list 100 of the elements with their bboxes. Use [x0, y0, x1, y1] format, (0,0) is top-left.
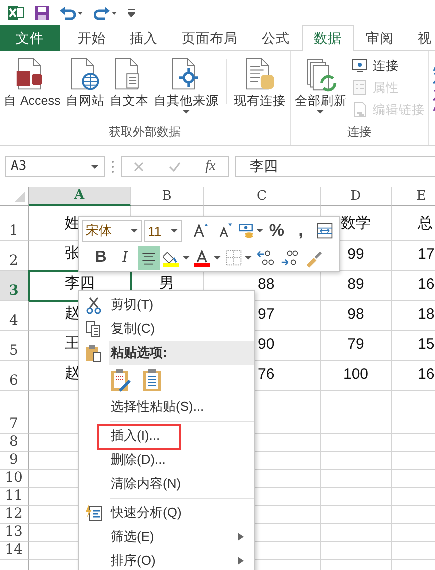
table-cell[interactable]: 总	[392, 206, 435, 241]
ribbon-tab[interactable]: 开始	[66, 25, 118, 51]
row-header[interactable]: 8	[0, 434, 29, 452]
row-header[interactable]: 1	[0, 206, 29, 241]
format-button[interactable]: %	[266, 219, 288, 243]
ribbon-tab[interactable]: 数据	[302, 25, 354, 51]
menu-item[interactable]: 插入(I)...	[109, 424, 254, 448]
menu-heading: 粘贴选项:	[109, 341, 254, 365]
group-label: 获取外部数据	[108, 124, 182, 141]
row-header[interactable]: 7	[0, 391, 29, 434]
table-cell[interactable]	[321, 488, 392, 506]
caret-icon	[131, 229, 138, 233]
caret-icon	[182, 110, 190, 114]
ribbon-button[interactable]: 自网站	[64, 55, 106, 124]
submenu-arrow-icon	[238, 557, 244, 565]
column-header[interactable]: A	[29, 187, 131, 206]
customize-menu-icon[interactable]	[128, 8, 135, 16]
caret-icon	[214, 256, 221, 260]
ribbon-button[interactable]: 现有连接	[232, 55, 287, 124]
row-header[interactable]: 2	[0, 241, 29, 271]
ribbon-tab[interactable]: 视	[406, 25, 435, 51]
ribbon-button[interactable]: 自其他来源	[152, 55, 220, 124]
drag-handle-icon[interactable]	[111, 160, 115, 174]
toolbar-button[interactable]	[138, 246, 160, 270]
insert-function-button[interactable]: fx	[206, 158, 216, 174]
ribbon-tab[interactable]: 页面布局	[170, 25, 250, 51]
table-cell[interactable]: 18	[392, 301, 435, 331]
column-header[interactable]: C	[204, 187, 321, 206]
format-button[interactable]: ,	[290, 219, 312, 243]
ribbon-tab[interactable]: 公式	[250, 25, 302, 51]
row-header[interactable]: 13	[0, 524, 29, 542]
ribbon-button[interactable]: 全部刷新	[294, 55, 348, 124]
column-header[interactable]: D	[321, 187, 392, 206]
list-icon	[350, 79, 369, 97]
caret-icon	[317, 110, 324, 114]
formula-field[interactable]: 李四	[235, 156, 435, 177]
borders-icon	[225, 248, 243, 268]
row-header[interactable]: 10	[0, 470, 29, 488]
format-button[interactable]: I	[114, 246, 136, 270]
row-header[interactable]: 9	[0, 452, 29, 470]
cancel-icon[interactable]	[134, 162, 144, 172]
check-icon[interactable]	[168, 162, 181, 172]
ribbon-tab[interactable]: 审阅	[354, 25, 406, 51]
spreadsheet-logo-icon[interactable]	[8, 4, 24, 20]
column-header[interactable]: B	[131, 187, 204, 206]
table-cell[interactable]: 79	[321, 331, 392, 361]
clipboard-icon[interactable]	[141, 368, 163, 392]
wrap-text-icon	[316, 221, 334, 241]
ribbon-button[interactable]: 自 Access	[3, 55, 62, 124]
row-header[interactable]: 4	[0, 301, 29, 331]
table-cell[interactable]: 16	[392, 271, 435, 301]
decrease-decimal-icon	[281, 248, 299, 268]
copy-icon	[85, 320, 103, 338]
caret-icon	[183, 256, 190, 260]
font-size-field[interactable]: 11	[144, 220, 182, 242]
save-icon[interactable]	[34, 4, 50, 20]
ribbon-button[interactable]: 连接	[350, 57, 425, 75]
row-header[interactable]: 5	[0, 331, 29, 361]
ribbon-tab[interactable]: 插入	[118, 25, 170, 51]
font-field[interactable]: 宋体	[82, 220, 142, 242]
format-button[interactable]: B	[90, 246, 112, 270]
menu-item[interactable]: 筛选(E)	[109, 525, 254, 549]
table-cell[interactable]	[321, 542, 392, 560]
caret-icon	[91, 164, 99, 168]
caret-icon	[256, 229, 263, 233]
table-cell[interactable]	[321, 434, 392, 452]
table-cell[interactable]	[321, 524, 392, 542]
caret-icon	[245, 256, 252, 260]
table-cell[interactable]: 16	[392, 361, 435, 391]
group-label: 连接	[346, 124, 372, 141]
select-all-icon[interactable]	[15, 192, 25, 202]
menu-item[interactable]: 选择性粘贴(S)...	[109, 395, 254, 419]
table-cell[interactable]: 100	[321, 361, 392, 391]
table-cell[interactable]	[321, 470, 392, 488]
menu-item[interactable]: 快速分析(Q)	[109, 501, 254, 525]
undo-icon[interactable]	[60, 6, 84, 20]
table-cell[interactable]	[321, 452, 392, 470]
row-header[interactable]: 12	[0, 506, 29, 524]
paste-formatting-icon[interactable]	[110, 368, 132, 392]
row-header[interactable]: 6	[0, 361, 29, 391]
row-header[interactable]: 3	[0, 271, 29, 301]
increase-decimal-icon	[257, 248, 275, 268]
table-cell[interactable]: 17	[392, 241, 435, 271]
table-cell[interactable]	[321, 391, 392, 434]
row-header[interactable]: 14	[0, 542, 29, 560]
table-cell[interactable]: 98	[321, 301, 392, 331]
ribbon-button[interactable]: 自文本	[108, 55, 150, 124]
scissors-icon	[85, 296, 103, 314]
table-cell[interactable]	[321, 506, 392, 524]
file-tab[interactable]: 文件	[0, 25, 60, 51]
menu-item[interactable]: 清除内容(N)	[109, 472, 254, 496]
row-header[interactable]: 11	[0, 488, 29, 506]
clipboard-icon	[85, 344, 103, 362]
name-box[interactable]: A3	[5, 156, 105, 177]
menu-item[interactable]: 删除(D)...	[109, 448, 254, 472]
table-cell[interactable]: 15	[392, 331, 435, 361]
menu-item[interactable]: 排序(O)	[109, 549, 254, 570]
redo-icon[interactable]	[94, 6, 118, 20]
font-color-icon	[194, 248, 212, 268]
quick-analysis-icon	[85, 504, 103, 522]
